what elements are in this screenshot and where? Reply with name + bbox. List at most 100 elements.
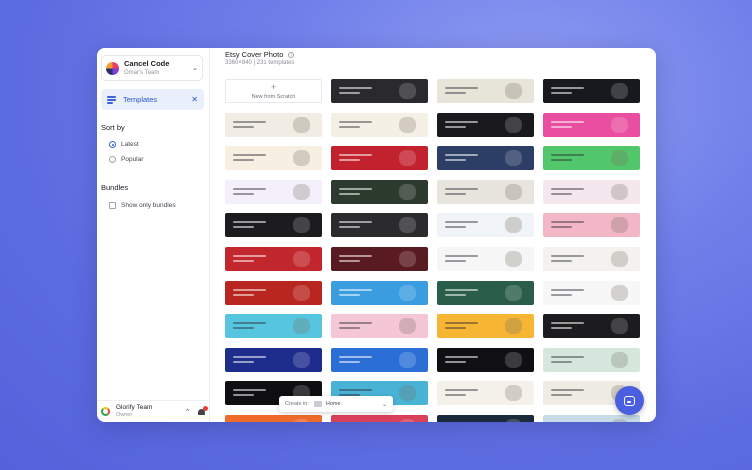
template-card[interactable] [543,79,640,103]
new-from-scratch-card[interactable]: + New from Scratch [225,79,322,103]
new-from-scratch-label: New from Scratch [251,93,296,100]
template-card[interactable] [437,381,534,405]
chevron-up-icon[interactable]: ^ [186,409,189,415]
template-grid: + New from Scratch [225,79,640,422]
create-in-value: Home [325,401,341,407]
templates-icon [107,95,116,104]
template-thumb-text [338,355,372,359]
template-thumb-image [292,216,311,234]
template-card[interactable] [543,415,640,422]
radio-selected[interactable] [109,141,116,148]
template-thumb-image [398,183,417,201]
template-card[interactable] [437,79,534,103]
template-card[interactable] [225,180,322,204]
template-thumb-image [504,284,523,302]
sort-option-latest[interactable]: Latest [109,141,139,148]
template-thumb-text [550,254,584,258]
show-only-bundles-option[interactable]: Show only bundles [109,202,176,209]
template-card[interactable] [331,146,428,170]
template-thumb-image [398,216,417,234]
template-card[interactable] [331,348,428,372]
template-thumb-text [444,288,478,292]
template-card[interactable] [543,180,640,204]
team-switcher[interactable]: Glorify Team Owner ^ [97,400,210,422]
template-card[interactable] [437,113,534,137]
app-window: Cancel Code Omar's Team ⌄ Templates ✕ So… [97,48,656,422]
template-card[interactable] [437,281,534,305]
info-icon[interactable]: i [288,51,295,58]
template-thumb-image [610,250,629,268]
workspace-team: Omar's Team [124,69,160,76]
template-card[interactable] [225,415,322,422]
template-thumb-text [338,321,372,325]
template-card[interactable] [543,247,640,271]
template-thumb-image [292,317,311,335]
template-card[interactable] [437,146,534,170]
template-thumb-text [232,321,266,325]
template-card[interactable] [225,348,322,372]
template-thumb-text [232,288,266,292]
template-thumb-text [232,193,255,196]
template-thumb-text [232,355,266,359]
template-card[interactable] [225,314,322,338]
template-card[interactable] [331,415,428,422]
template-card[interactable] [543,213,640,237]
template-card[interactable] [331,247,428,271]
template-thumb-image [292,351,311,369]
template-card[interactable] [437,314,534,338]
create-in-selector[interactable]: Create in: Home ⌄ [279,396,393,412]
template-thumb-image [504,384,523,402]
template-thumb-text [232,153,266,157]
radio-unselected[interactable] [109,156,116,163]
template-card[interactable] [543,146,640,170]
nav-item-templates[interactable]: Templates ✕ [101,89,204,110]
chat-icon [624,395,635,406]
template-card[interactable] [437,213,534,237]
template-card[interactable] [331,213,428,237]
template-thumb-text [444,126,467,129]
template-card[interactable] [331,281,428,305]
template-card[interactable] [543,314,640,338]
template-thumb-text [444,153,478,157]
template-card[interactable] [543,113,640,137]
template-thumb-text [550,361,573,364]
template-card[interactable] [225,113,322,137]
template-thumb-text [338,187,372,191]
template-card[interactable] [225,213,322,237]
template-card[interactable] [543,348,640,372]
template-card[interactable] [437,247,534,271]
template-thumb-text [232,294,255,297]
template-thumb-image [398,149,417,167]
bundles-checkbox[interactable] [109,202,116,209]
template-thumb-text [550,92,573,95]
template-thumb-text [444,92,467,95]
template-card[interactable] [437,348,534,372]
template-thumb-text [444,187,478,191]
close-icon[interactable]: ✕ [191,95,198,104]
template-thumb-text [550,327,573,330]
template-thumb-image [292,149,311,167]
template-thumb-image [610,317,629,335]
template-thumb-image [398,351,417,369]
template-card[interactable] [331,314,428,338]
template-thumb-text [232,126,255,129]
template-card[interactable] [331,180,428,204]
chat-support-button[interactable] [615,386,644,415]
template-card[interactable] [331,79,428,103]
template-thumb-text [444,321,478,325]
template-thumb-text [338,153,372,157]
template-card[interactable] [225,146,322,170]
template-thumb-text [338,159,361,162]
template-card[interactable] [543,281,640,305]
team-name: Glorify Team [116,403,153,411]
template-card[interactable] [437,415,534,422]
template-thumb-text [338,92,361,95]
workspace-switcher[interactable]: Cancel Code Omar's Team ⌄ [101,55,203,81]
notification-bell-icon[interactable] [197,406,208,416]
template-card[interactable] [225,247,322,271]
sort-option-popular[interactable]: Popular [109,156,143,163]
template-thumb-image [610,183,629,201]
template-card[interactable] [331,113,428,137]
template-card[interactable] [225,281,322,305]
template-card[interactable] [437,180,534,204]
